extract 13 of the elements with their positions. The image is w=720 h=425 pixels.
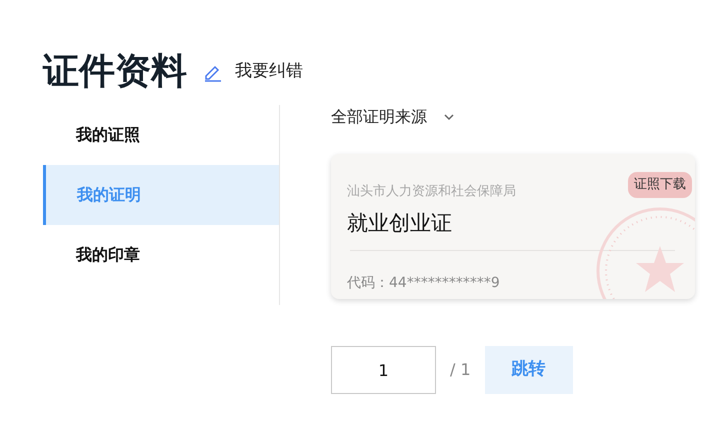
source-filter-dropdown[interactable]: 全部证明来源 — [331, 105, 455, 129]
correction-link[interactable]: 我要纠错 — [235, 58, 303, 84]
page-total: / 1 — [450, 359, 471, 381]
page-title: 证件资料 — [43, 54, 187, 90]
certificate-name: 就业创业证 — [347, 210, 453, 237]
sidebar-item[interactable]: 我的印章 — [43, 225, 279, 285]
issuer-text: 汕头市人力资源和社会保障局 — [347, 183, 516, 201]
code-text: 代码：44************9 — [347, 274, 501, 292]
page-input[interactable]: 1 — [331, 346, 436, 394]
download-button[interactable]: 证照下载 — [628, 172, 692, 198]
sidebar-item[interactable]: 我的证照 — [43, 105, 279, 165]
chevron-down-icon — [443, 113, 455, 121]
certificate-card[interactable]: 汕头市人力资源和社会保障局 就业创业证 代码：44************9 证照下载 — [331, 154, 695, 299]
